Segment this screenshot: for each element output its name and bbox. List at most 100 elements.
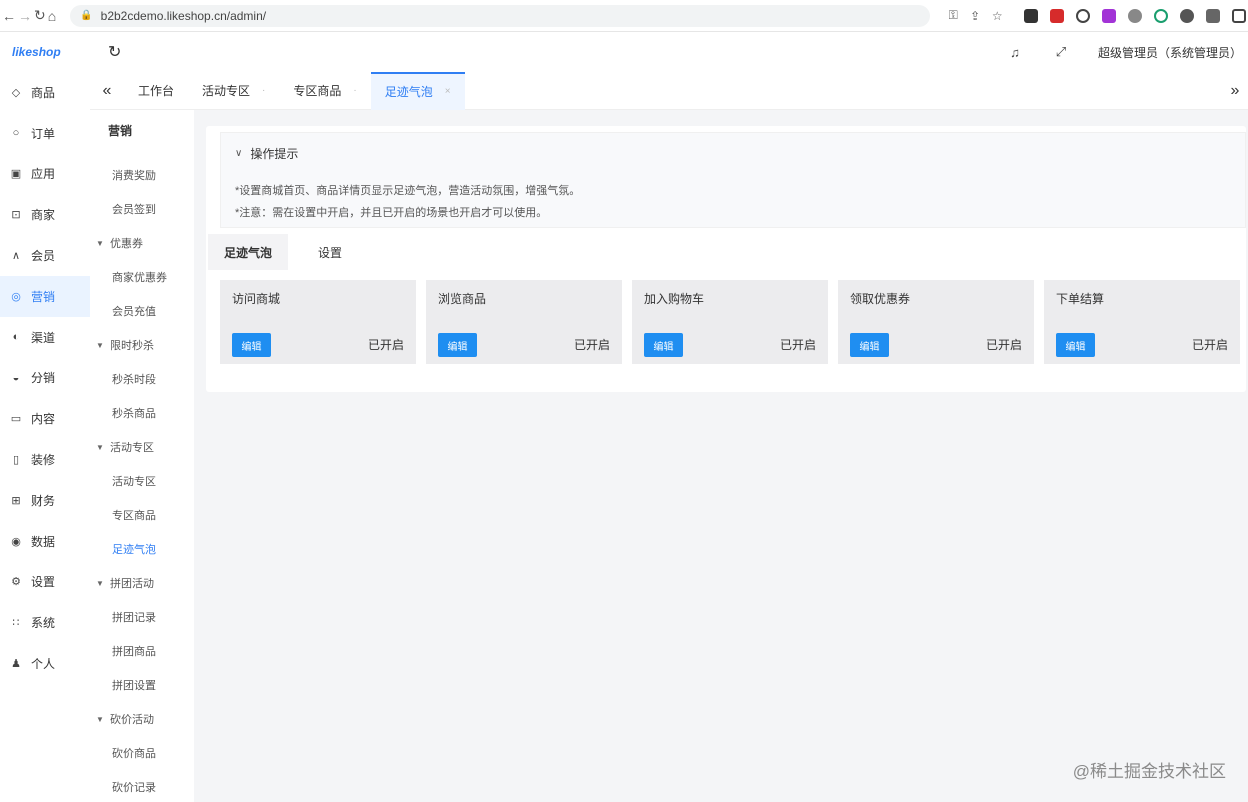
tab-workbench[interactable]: 工作台 — [124, 72, 188, 110]
sidebar-item-label: 内容 — [31, 412, 56, 427]
sidebar-item-label: 分销 — [31, 371, 56, 386]
sidebar-item-system[interactable]: ∷ 系统 — [0, 602, 90, 643]
extension-icon[interactable] — [1180, 8, 1195, 23]
sidebar-item-channels[interactable]: ◐ 渠道 — [0, 317, 90, 358]
submenu-item[interactable]: 拼团记录 — [90, 600, 194, 634]
close-icon[interactable]: × — [445, 86, 451, 97]
forward-icon[interactable]: → — [18, 3, 32, 29]
caret-down-icon: ▼ — [96, 340, 104, 350]
submenu-group[interactable]: ▼ 活动专区 — [90, 430, 194, 464]
edit-button[interactable]: 编辑 — [644, 333, 683, 357]
sidebar-item-finance[interactable]: ⊞ 财务 — [0, 480, 90, 521]
puzzle-icon[interactable] — [1206, 8, 1221, 23]
sidebar-item-personal[interactable]: ♟ 个人 — [0, 643, 90, 684]
edit-button[interactable]: 编辑 — [1056, 333, 1095, 357]
submenu-group-label: 限时秒杀 — [110, 340, 154, 352]
edit-button[interactable]: 编辑 — [438, 333, 477, 357]
sidebar-item-merchants[interactable]: ⊡ 商家 — [0, 194, 90, 235]
tip-line: *注意：需在设置中开启，并且已开启的场景也开启才可以使用。 — [235, 207, 548, 219]
submenu-item[interactable]: 砍价商品 — [90, 736, 194, 770]
marketing-icon: ◎ — [11, 290, 21, 303]
back-icon[interactable]: ← — [2, 3, 16, 29]
sidebar-item-members[interactable]: ∧ 会员 — [0, 235, 90, 276]
submenu-item[interactable]: 活动专区 — [90, 464, 194, 498]
scene-card: 下单结算 编辑 已开启 — [1044, 280, 1240, 364]
extension-icon[interactable] — [1128, 8, 1143, 23]
status-text: 已开启 — [573, 338, 610, 352]
caret-down-icon: ▼ — [96, 578, 104, 588]
submenu-item[interactable]: 秒杀商品 — [90, 396, 194, 430]
sidebar-item-orders[interactable]: ○ 订单 — [0, 113, 90, 154]
edit-button[interactable]: 编辑 — [850, 333, 889, 357]
home-icon[interactable]: ⌂ — [48, 3, 56, 29]
distribution-icon: ◒ — [12, 371, 20, 384]
submenu-item-label: 商家优惠券 — [112, 272, 167, 284]
sidebar-item-decoration[interactable]: ▯ 装修 — [0, 439, 90, 480]
submenu-item[interactable]: 消费奖励 — [90, 158, 194, 192]
collapse-sidebar-icon[interactable]: « — [90, 82, 124, 100]
submenu-item[interactable]: 会员签到 — [90, 192, 194, 226]
extension-icon[interactable] — [1154, 8, 1169, 23]
submenu-group-label: 拼团活动 — [110, 578, 154, 590]
sidebar-item-goods[interactable]: ◇ 商品 — [0, 72, 90, 113]
submenu-item[interactable]: 专区商品 — [90, 498, 194, 532]
submenu-item-label: 拼团商品 — [112, 646, 156, 658]
submenu-item-active[interactable]: 足迹气泡 — [90, 532, 194, 566]
sidebar-item-apps[interactable]: ▣ 应用 — [0, 154, 90, 195]
sidebar-item-settings[interactable]: ⚙ 设置 — [0, 562, 90, 603]
tab-zone-goods[interactable]: 专区商品 · — [279, 72, 370, 110]
extension-icon[interactable] — [1076, 8, 1091, 23]
submenu-item-label: 砍价商品 — [112, 748, 156, 760]
channel-icon: ◐ — [12, 331, 20, 344]
sidebar-item-data[interactable]: ◉ 数据 — [0, 521, 90, 562]
submenu-item-label: 秒杀商品 — [112, 408, 156, 420]
app-header: likeshop ↻ ♫ ⤢ 超级管理员（系统管理员） — [0, 32, 1248, 72]
key-icon[interactable]: ⚿ — [942, 8, 964, 23]
reload-icon[interactable]: ↻ — [34, 3, 46, 29]
submenu-group[interactable]: ▼ 优惠券 — [90, 226, 194, 260]
admin-name[interactable]: 超级管理员（系统管理员） — [1098, 44, 1242, 61]
extension-icon[interactable] — [1050, 8, 1065, 23]
caret-down-icon: ▼ — [96, 714, 104, 724]
fullscreen-icon[interactable]: ⤢ — [1038, 44, 1084, 60]
tips-toggle[interactable]: ∨ 操作提示 — [235, 145, 1245, 162]
expand-tabs-icon[interactable]: » — [1222, 82, 1248, 100]
submenu-item-label: 专区商品 — [112, 510, 156, 522]
tab-label: 专区商品 — [293, 84, 342, 98]
tab-footprint-bubble-list[interactable]: 足迹气泡 — [208, 234, 289, 270]
submenu-item[interactable]: 商家优惠券 — [90, 260, 194, 294]
submenu-item[interactable]: 拼团设置 — [90, 668, 194, 702]
status-text: 已开启 — [779, 338, 816, 352]
close-icon[interactable]: · — [262, 85, 265, 96]
share-icon[interactable]: ⇪ — [964, 9, 986, 23]
bell-icon[interactable]: ♫ — [992, 45, 1038, 60]
scene-cards: 访问商城 编辑 已开启 浏览商品 编辑 已开启 加入购物车 编辑 已开启 领取优… — [220, 280, 1240, 364]
page-tabs-bar: « 工作台 活动专区 · 专区商品 · 足迹气泡 × » — [90, 71, 1248, 110]
submenu-item[interactable]: 秒杀时段 — [90, 362, 194, 396]
sidebar-item-marketing[interactable]: ◎ 营销 — [0, 275, 90, 317]
extension-icon[interactable] — [1102, 8, 1117, 23]
scene-card-title: 领取优惠券 — [850, 292, 911, 306]
sidebar-item-content[interactable]: ▭ 内容 — [0, 398, 90, 439]
sidebar-item-distribution[interactable]: ◒ 分销 — [0, 358, 90, 399]
submenu-item-label: 会员充值 — [112, 306, 156, 318]
refresh-icon[interactable]: ↻ — [108, 42, 121, 62]
submenu-group[interactable]: ▼ 限时秒杀 — [90, 328, 194, 362]
submenu-group[interactable]: ▼ 砍价活动 — [90, 702, 194, 736]
submenu-group-label: 砍价活动 — [110, 714, 154, 726]
tip-line: *设置商城首页、商品详情页显示足迹气泡，营造活动氛围，增强气氛。 — [235, 185, 581, 197]
sidepanel-icon[interactable] — [1232, 8, 1247, 23]
submenu-item[interactable]: 会员充值 — [90, 294, 194, 328]
tab-footprint-bubble[interactable]: 足迹气泡 × — [370, 71, 465, 110]
submenu-group[interactable]: ▼ 拼团活动 — [90, 566, 194, 600]
submenu-item[interactable]: 拼团商品 — [90, 634, 194, 668]
tab-settings[interactable]: 设置 — [302, 234, 358, 270]
tab-activity-zone[interactable]: 活动专区 · — [188, 72, 279, 110]
submenu-item[interactable]: 砍价记录 — [90, 770, 194, 802]
order-icon: ○ — [12, 127, 20, 140]
bookmark-star-icon[interactable]: ☆ — [986, 9, 1008, 23]
address-bar[interactable]: 🔒 b2b2cdemo.likeshop.cn/admin/ — [70, 4, 931, 27]
close-icon[interactable]: · — [353, 85, 356, 96]
edit-button[interactable]: 编辑 — [232, 333, 271, 357]
extension-icon[interactable] — [1024, 8, 1039, 23]
